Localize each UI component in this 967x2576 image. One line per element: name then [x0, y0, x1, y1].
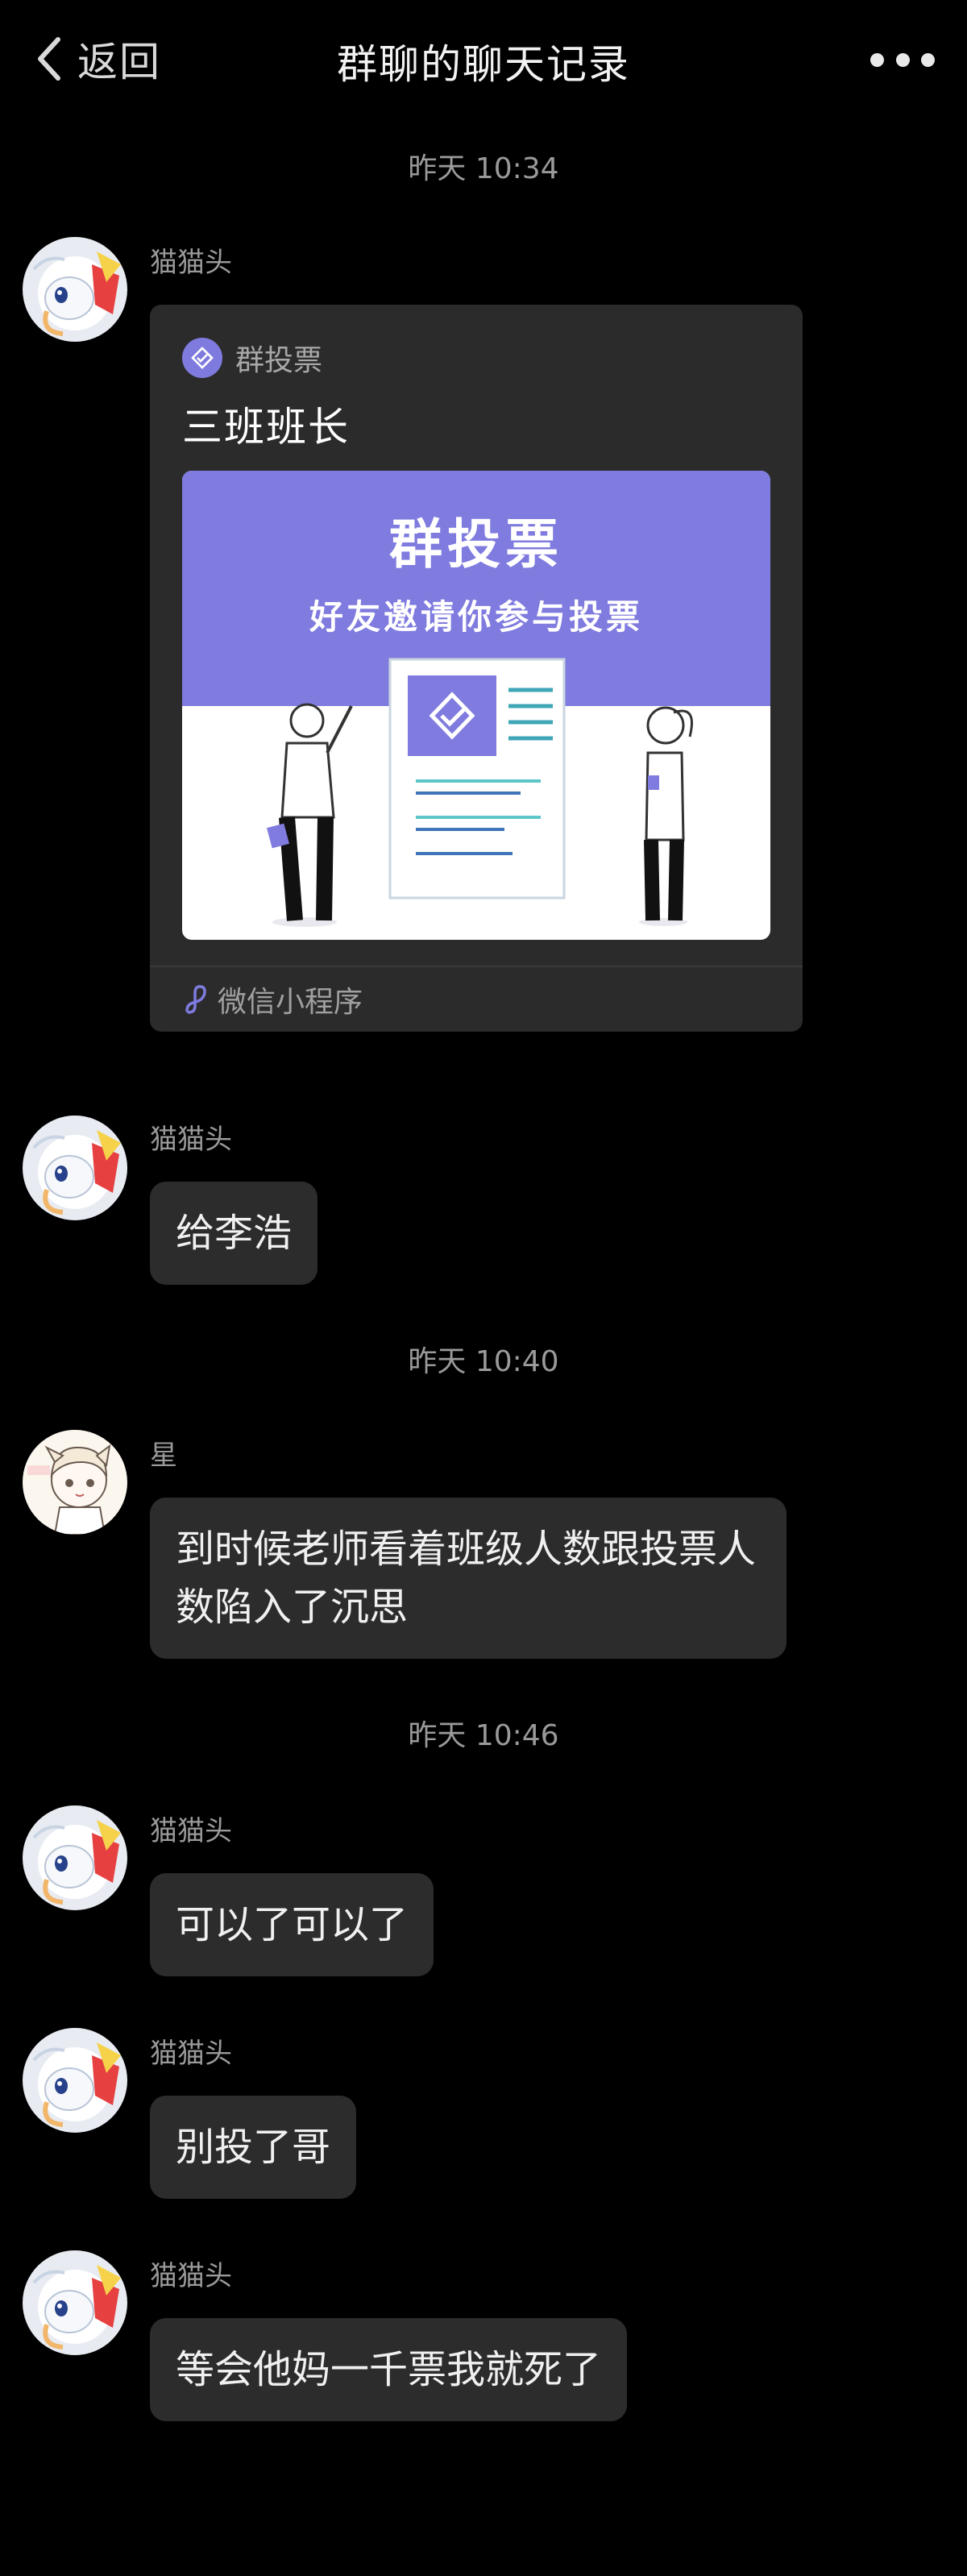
cat-avatar[interactable]: [23, 237, 127, 342]
cat-avatar[interactable]: [23, 1805, 127, 1910]
cat-avatar-image: [23, 1805, 127, 1910]
chat-history-page: 返回 群聊的聊天记录 昨天 10:34 猫猫头 群投票 三班班长 群投票 好友邀…: [0, 0, 967, 2576]
cat-avatar[interactable]: [23, 1116, 127, 1220]
card-title: 三班班长: [182, 404, 350, 451]
sender-name: 猫猫头: [150, 247, 232, 279]
page-title: 群聊的聊天记录: [337, 41, 630, 88]
timestamp: 昨天 10:40: [408, 1345, 559, 1378]
card-thumbnail: 群投票 好友邀请你参与投票: [182, 471, 770, 940]
card-source: 群投票: [182, 337, 322, 379]
message-bubble[interactable]: 给李浩: [150, 1182, 318, 1285]
dot: [921, 52, 935, 67]
cat-avatar-image: [23, 1116, 127, 1220]
cat-avatar[interactable]: [23, 2028, 127, 2133]
cat-avatar[interactable]: [23, 2250, 127, 2355]
card-footer: 微信小程序: [182, 967, 363, 1032]
banner-subtitle: 好友邀请你参与投票: [309, 597, 643, 637]
banner-title: 群投票: [389, 513, 563, 575]
message-bubble[interactable]: 可以了可以了: [150, 1873, 434, 1976]
timestamp: 昨天 10:34: [408, 152, 559, 185]
sender-name: 猫猫头: [150, 2038, 232, 2070]
cat-avatar-image: [23, 2250, 127, 2355]
message-bubble[interactable]: 到时候老师看着班级人数跟投票人数陷入了沉思: [150, 1498, 786, 1659]
voting-illustration: [267, 658, 693, 927]
sender-name: 猫猫头: [150, 1815, 232, 1847]
cat-avatar-image: [23, 2028, 127, 2133]
more-dots-icon[interactable]: [870, 45, 935, 74]
dot: [895, 52, 910, 67]
dot: [870, 52, 884, 67]
sender-name: 猫猫头: [150, 2260, 232, 2292]
timestamp: 昨天 10:46: [408, 1719, 559, 1752]
cat-avatar-image: [23, 237, 127, 342]
anime-avatar[interactable]: [23, 1430, 127, 1535]
card-footer-label: 微信小程序: [218, 986, 363, 1019]
message-bubble[interactable]: 等会他妈一千票我就死了: [150, 2318, 628, 2421]
mini-program-icon: [185, 985, 206, 1014]
vote-icon: [182, 338, 222, 378]
sender-name: 星: [150, 1440, 177, 1472]
message-bubble[interactable]: 别投了哥: [150, 2096, 357, 2199]
sender-name: 猫猫头: [150, 1124, 232, 1156]
card-source-label: 群投票: [235, 344, 323, 377]
mini-program-card[interactable]: 群投票 三班班长 群投票 好友邀请你参与投票 微信小程序: [150, 305, 803, 1032]
anime-avatar-image: [23, 1430, 127, 1535]
nav-bar: 返回 群聊的聊天记录: [0, 0, 967, 121]
